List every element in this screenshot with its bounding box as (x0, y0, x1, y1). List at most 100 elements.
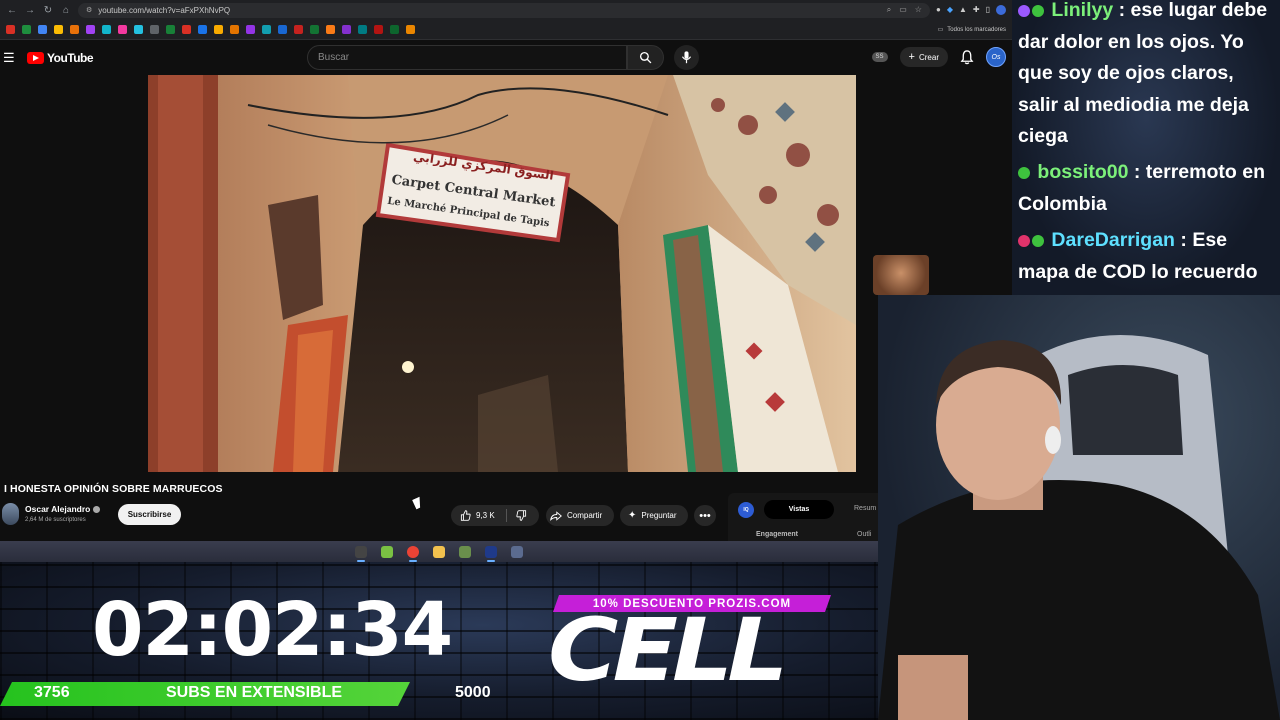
subscribe-button[interactable]: Suscribirse (118, 504, 181, 525)
settings-icon[interactable] (355, 545, 367, 562)
extension-icon[interactable]: ▲ (959, 5, 967, 15)
forward-icon[interactable]: → (24, 5, 36, 16)
divider (505, 509, 507, 522)
ask-button[interactable]: ✦ Preguntar (620, 505, 688, 526)
notifications-bell-icon[interactable] (960, 49, 974, 65)
panel-logo-icon: IQ (738, 502, 754, 518)
bookmark-icon[interactable] (86, 25, 95, 34)
url-text[interactable]: youtube.com/watch?v=aFxPXhNvPQ (98, 6, 230, 15)
game-icon[interactable] (511, 545, 523, 558)
channel-name: Oscar Alejandro (25, 504, 91, 514)
video-player[interactable]: السوق المركزي للزرابي Carpet Central Mar… (148, 75, 856, 472)
channel-badge-icon (1018, 166, 1030, 179)
bookmark-icon[interactable] (38, 25, 47, 34)
channel-avatar[interactable] (2, 503, 19, 525)
microphone-icon (681, 51, 692, 64)
ss-badge[interactable]: SS (871, 52, 888, 62)
extensions-puzzle-icon[interactable]: ✚ (973, 5, 980, 15)
cube-icon[interactable] (459, 545, 471, 558)
video-frame: السوق المركزي للزرابي Carpet Central Mar… (148, 75, 856, 472)
bookmark-icon[interactable] (262, 25, 271, 34)
bookmark-icon[interactable] (22, 25, 31, 34)
profile-icon[interactable] (996, 5, 1006, 15)
folder-icon[interactable] (433, 545, 445, 558)
tab-summary[interactable]: Resum (854, 505, 876, 512)
laughing-face-emote-icon (873, 255, 929, 295)
tab-outline[interactable]: Outli (857, 531, 871, 538)
like-icon[interactable] (460, 510, 471, 521)
search-button[interactable] (627, 45, 664, 70)
bookmark-icon[interactable] (246, 25, 255, 34)
tab-engagement[interactable]: Engagement (756, 531, 798, 538)
account-avatar[interactable]: Os (986, 47, 1006, 67)
subs-goal-count: 5000 (455, 684, 491, 701)
zoom-icon[interactable]: ⌕ (887, 5, 891, 15)
bookmark-icon[interactable] (150, 25, 159, 34)
youtube-header: ☰ YouTube SS + Crear Os (0, 40, 1012, 76)
hamburger-menu-icon[interactable]: ☰ (3, 50, 17, 66)
chat-message: bossito00 : terremoto en Colombia (1018, 157, 1276, 220)
reload-icon[interactable]: ↻ (42, 5, 54, 16)
bookmark-icon[interactable] (214, 25, 223, 34)
bookmark-icon[interactable] (166, 25, 175, 34)
bookmark-icon[interactable] (230, 25, 239, 34)
chat-text: : ese lugar debe dar dolor en los ojos. … (1018, 0, 1268, 147)
back-icon[interactable]: ← (6, 5, 18, 16)
analytics-panel: IQ Vistas Resum Engagement Outli (728, 493, 878, 543)
share-label: Compartir (567, 511, 603, 520)
sidebar-icon[interactable]: ▯ (986, 5, 990, 15)
webcam-image (878, 335, 1280, 720)
chat-username: bossito00 (1037, 161, 1129, 183)
bookmark-icon[interactable] (326, 25, 335, 34)
voice-search-button[interactable] (674, 45, 699, 70)
channel-name-link[interactable]: Oscar Alejandro (25, 504, 101, 514)
bookmark-icon[interactable] (182, 25, 191, 34)
more-actions-button[interactable]: ••• (694, 505, 716, 526)
bookmark-icon[interactable] (342, 25, 351, 34)
stream-timer: 02:02:34 (92, 587, 453, 673)
bookmark-icon[interactable] (310, 25, 319, 34)
plus-icon: + (908, 51, 915, 63)
bookmark-icon[interactable] (294, 25, 303, 34)
bookmark-icon[interactable] (118, 25, 127, 34)
ask-label: Preguntar (641, 511, 677, 520)
like-count[interactable]: 9,3 K (476, 511, 495, 520)
address-bar[interactable]: ⚙ youtube.com/watch?v=aFxPXhNvPQ ⌕ ▭ ☆ (78, 2, 930, 18)
webcam-feed (878, 295, 1280, 720)
dislike-icon[interactable] (516, 510, 527, 521)
bookmark-icon[interactable] (70, 25, 79, 34)
bookmark-icon[interactable] (102, 25, 111, 34)
chrome-icon[interactable] (407, 545, 419, 562)
youtube-logo[interactable]: YouTube (27, 51, 94, 65)
bookmark-icon[interactable] (390, 25, 399, 34)
sparkle-icon: ✦ (628, 510, 637, 521)
search-icon (639, 51, 652, 64)
photoshop-icon[interactable] (485, 545, 497, 562)
bookmark-icon[interactable] (134, 25, 143, 34)
create-button[interactable]: + Crear (899, 47, 948, 67)
bookmark-icon[interactable] (406, 25, 415, 34)
stream-chat: Linilyy : ese lugar debe dar dolor en lo… (1012, 0, 1280, 295)
home-icon[interactable]: ⌂ (60, 5, 72, 16)
share-button[interactable]: Compartir (546, 505, 614, 526)
bookmark-icon[interactable] (278, 25, 287, 34)
search-box (307, 45, 627, 70)
extension-icon[interactable]: ● (936, 5, 941, 15)
bookmark-star-icon[interactable]: ☆ (915, 5, 922, 15)
bookmark-icon[interactable] (54, 25, 63, 34)
youtube-logo-text: YouTube (47, 51, 94, 65)
site-info-icon[interactable]: ⚙ (86, 6, 92, 14)
bookmark-icon[interactable] (6, 25, 15, 34)
app-icon[interactable] (381, 545, 393, 558)
share-icon (550, 510, 562, 521)
tab-views[interactable]: Vistas (764, 500, 834, 519)
bookmark-icon[interactable] (374, 25, 383, 34)
install-icon[interactable]: ▭ (899, 5, 907, 15)
youtube-logo-icon (27, 52, 44, 64)
bookmark-icon[interactable] (198, 25, 207, 34)
search-input[interactable] (318, 52, 626, 63)
all-bookmarks-folder[interactable]: ▭ Todos los marcadores (938, 26, 1006, 34)
sub-badge-icon (1018, 234, 1030, 247)
extension-icon[interactable]: ◆ (947, 5, 953, 15)
bookmark-icon[interactable] (358, 25, 367, 34)
